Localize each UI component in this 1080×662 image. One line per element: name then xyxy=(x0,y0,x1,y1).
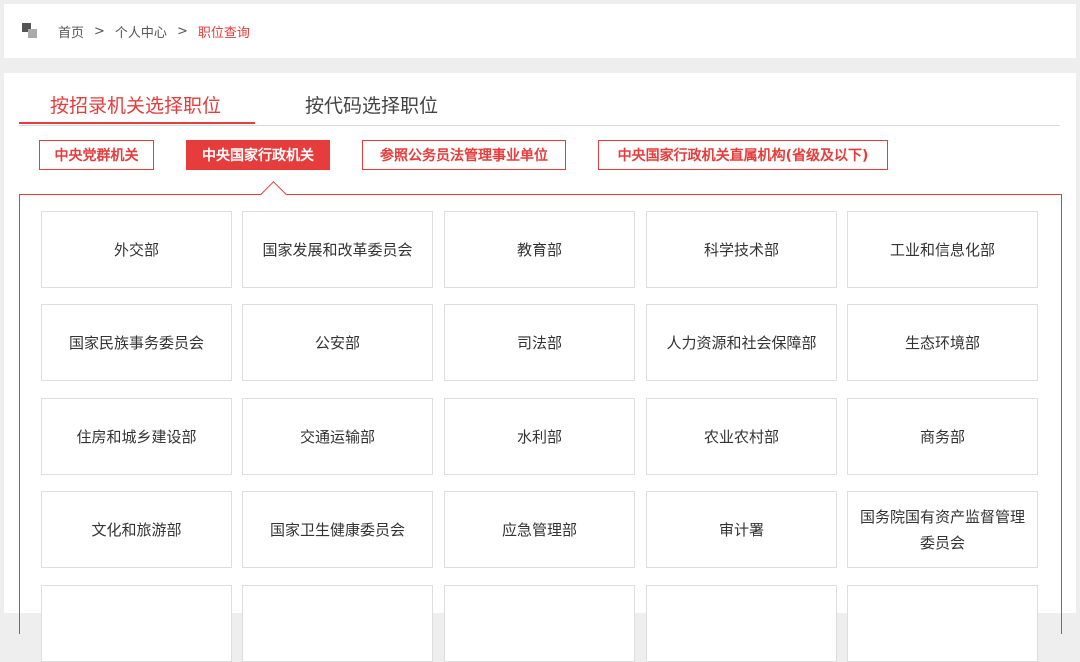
category-directly-affiliated-agencies[interactable]: 中央国家行政机关直属机构(省级及以下) xyxy=(598,140,888,170)
department-cell[interactable] xyxy=(41,585,232,662)
department-cell[interactable]: 工业和信息化部 xyxy=(847,211,1038,288)
department-cell[interactable]: 公安部 xyxy=(242,304,433,381)
department-grid: 外交部 国家发展和改革委员会 教育部 科学技术部 工业和信息化部国家民族事务委员会 公安部… xyxy=(19,181,1062,662)
department-cell[interactable] xyxy=(847,585,1038,662)
breadcrumb-home[interactable]: 首页 xyxy=(58,22,84,41)
breadcrumb-separator: > xyxy=(94,23,105,39)
department-cell[interactable]: 农业农村部 xyxy=(646,398,837,475)
department-cell[interactable]: 审计署 xyxy=(646,491,837,568)
breadcrumb: 首页 > 个人中心 > 职位查询 xyxy=(4,4,1076,58)
department-cell[interactable]: 住房和城乡建设部 xyxy=(41,398,232,475)
tab-bar: 按招录机关选择职位 按代码选择职位 xyxy=(19,73,1060,126)
department-cell[interactable]: 教育部 xyxy=(444,211,635,288)
department-cell[interactable]: 科学技术部 xyxy=(646,211,837,288)
department-cell[interactable]: 司法部 xyxy=(444,304,635,381)
department-cell[interactable]: 应急管理部 xyxy=(444,491,635,568)
breadcrumb-separator: > xyxy=(176,23,188,39)
tab-by-code[interactable]: 按代码选择职位 xyxy=(305,91,438,118)
department-cell[interactable]: 国家发展和改革委员会 xyxy=(242,211,433,288)
department-cell[interactable]: 文化和旅游部 xyxy=(41,491,232,568)
department-cell[interactable]: 生态环境部 xyxy=(847,304,1038,381)
active-category-pointer xyxy=(260,181,287,208)
position-search-panel: 按招录机关选择职位 按代码选择职位 中央党群机关 中央国家行政机关 参照公务员法… xyxy=(4,73,1076,662)
category-central-state-admin[interactable]: 中央国家行政机关 xyxy=(186,140,330,170)
department-cell[interactable]: 外交部 xyxy=(41,211,232,288)
department-cell[interactable]: 商务部 xyxy=(847,398,1038,475)
home-icon xyxy=(22,23,38,39)
department-cell[interactable]: 人力资源和社会保障部 xyxy=(646,304,837,381)
breadcrumb-personal-center[interactable]: 个人中心 xyxy=(115,22,167,41)
department-cell[interactable] xyxy=(242,585,433,662)
department-cell[interactable]: 国务院国有资产监督管理委员会 xyxy=(847,491,1038,568)
department-cell[interactable]: 水利部 xyxy=(444,398,635,475)
department-cell[interactable]: 交通运输部 xyxy=(242,398,433,475)
breadcrumb-current: 职位查询 xyxy=(197,25,250,41)
department-cell[interactable] xyxy=(646,585,837,662)
department-cell[interactable]: 国家卫生健康委员会 xyxy=(242,491,433,568)
department-cell[interactable]: 国家民族事务委员会 xyxy=(41,304,232,381)
department-cell[interactable] xyxy=(444,585,635,662)
active-tab-indicator xyxy=(19,122,255,124)
category-civil-servant-law-units[interactable]: 参照公务员法管理事业单位 xyxy=(362,140,566,170)
tab-by-agency[interactable]: 按招录机关选择职位 xyxy=(50,91,221,118)
category-central-party-organs[interactable]: 中央党群机关 xyxy=(39,140,154,170)
